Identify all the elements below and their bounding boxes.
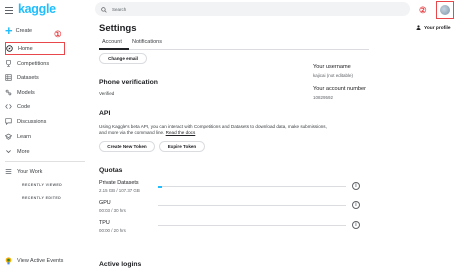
search-bar[interactable]: Search — [95, 2, 410, 16]
list-icon — [5, 168, 12, 175]
quota-tpu-label: TPU — [99, 220, 110, 226]
code-icon — [5, 103, 12, 110]
api-description: Using Kaggle's beta API, you can interac… — [99, 124, 331, 136]
sidebar-item-learn[interactable]: Learn — [5, 130, 65, 143]
sidebar-divider — [5, 161, 85, 162]
plus-icon: + — [5, 23, 13, 38]
api-heading: API — [99, 110, 111, 117]
sidebar-item-label: Learn — [17, 133, 32, 140]
menu-icon[interactable] — [5, 7, 13, 14]
kaggle-logo[interactable]: kaggle — [18, 2, 56, 16]
create-label: Create — [15, 28, 33, 34]
avatar — [440, 5, 450, 15]
sidebar-item-label: Competitions — [17, 60, 50, 67]
create-new-token-button[interactable]: Create New Token — [99, 141, 155, 152]
sidebar-item-datasets[interactable]: Datasets — [5, 71, 65, 84]
username-value: kajicai (not editable) — [313, 73, 354, 78]
your-profile-link[interactable]: Your profile — [416, 25, 451, 32]
sidebar-item-label: More — [17, 148, 30, 155]
chevron-down-icon — [5, 148, 12, 155]
sidebar-item-code[interactable]: Code — [5, 100, 65, 113]
api-description-text: Using Kaggle's beta API, you can interac… — [99, 124, 327, 135]
quota-private-datasets-label: Private Datasets — [99, 180, 139, 186]
quota-tpu-bar — [158, 225, 346, 226]
events-icon — [5, 257, 12, 265]
sidebar-item-label: Models — [17, 89, 35, 96]
tabs-divider — [99, 49, 369, 50]
models-icon — [5, 89, 12, 96]
your-profile-label: Your profile — [424, 26, 451, 31]
change-email-button[interactable]: Change email — [99, 53, 147, 64]
sidebar-item-discussions[interactable]: Discussions — [5, 115, 65, 128]
person-icon — [416, 25, 421, 32]
sidebar-item-label: Your Work — [17, 168, 43, 175]
phone-verification-heading: Phone verification — [99, 79, 158, 86]
read-the-docs-link[interactable]: Read the docs — [166, 130, 196, 135]
sidebar-item-label: Datasets — [17, 74, 39, 81]
username-label: Your username — [313, 64, 351, 70]
active-tab-indicator — [99, 48, 129, 50]
quota-gpu-bar — [158, 205, 346, 206]
expire-token-button[interactable]: Expire Token — [159, 141, 205, 152]
recently-viewed-label: RECENTLY VIEWED — [22, 183, 63, 187]
sidebar-item-label: Home — [18, 45, 33, 52]
trophy-icon — [5, 60, 12, 67]
recently-edited-label: RECENTLY EDITED — [22, 196, 62, 200]
chat-icon — [5, 118, 12, 125]
sidebar-item-label: Discussions — [17, 118, 47, 125]
tab-notifications[interactable]: Notifications — [132, 39, 162, 45]
info-icon[interactable]: i — [352, 182, 360, 190]
quota-gpu-label: GPU — [99, 200, 111, 206]
quota-gpu-usage: 00:03 / 30 hrs — [99, 208, 126, 213]
sidebar-item-label: Code — [17, 103, 31, 110]
annotation-one: ① — [54, 29, 62, 39]
info-icon[interactable]: i — [352, 201, 360, 209]
page-title: Settings — [99, 23, 137, 34]
quota-private-datasets-bar — [158, 185, 346, 188]
view-active-events-link[interactable]: View Active Events — [5, 254, 91, 267]
info-icon[interactable]: i — [352, 221, 360, 229]
school-icon — [5, 133, 12, 140]
account-number-value: 10829592 — [313, 95, 334, 100]
sidebar-item-competitions[interactable]: Competitions — [5, 57, 65, 70]
quota-bar-fill — [158, 185, 162, 188]
tab-account[interactable]: Account — [102, 39, 122, 45]
quota-private-datasets-usage: 2.15 GB / 107.37 GB — [99, 188, 140, 193]
search-placeholder: Search — [112, 6, 127, 12]
sidebar-item-more[interactable]: More — [5, 145, 65, 158]
sidebar-item-models[interactable]: Models — [5, 86, 65, 99]
sidebar: kaggle + Create ① Home Competitions Data… — [0, 0, 90, 269]
sidebar-item-your-work[interactable]: Your Work — [5, 165, 65, 178]
search-icon — [101, 0, 107, 18]
account-number-label: Your account number — [313, 86, 366, 92]
compass-icon — [6, 45, 13, 52]
table-icon — [5, 74, 12, 81]
account-avatar-button[interactable] — [436, 1, 454, 19]
phone-verification-status: Verified — [99, 91, 115, 96]
active-logins-heading: Active logins — [99, 261, 142, 268]
create-button[interactable]: + Create — [5, 24, 41, 38]
quota-tpu-usage: 00:00 / 20 hrs — [99, 228, 126, 233]
annotation-two: ② — [419, 5, 427, 15]
sidebar-item-home[interactable]: Home — [5, 42, 65, 55]
view-active-events-label: View Active Events — [17, 257, 64, 264]
quotas-heading: Quotas — [99, 167, 123, 174]
